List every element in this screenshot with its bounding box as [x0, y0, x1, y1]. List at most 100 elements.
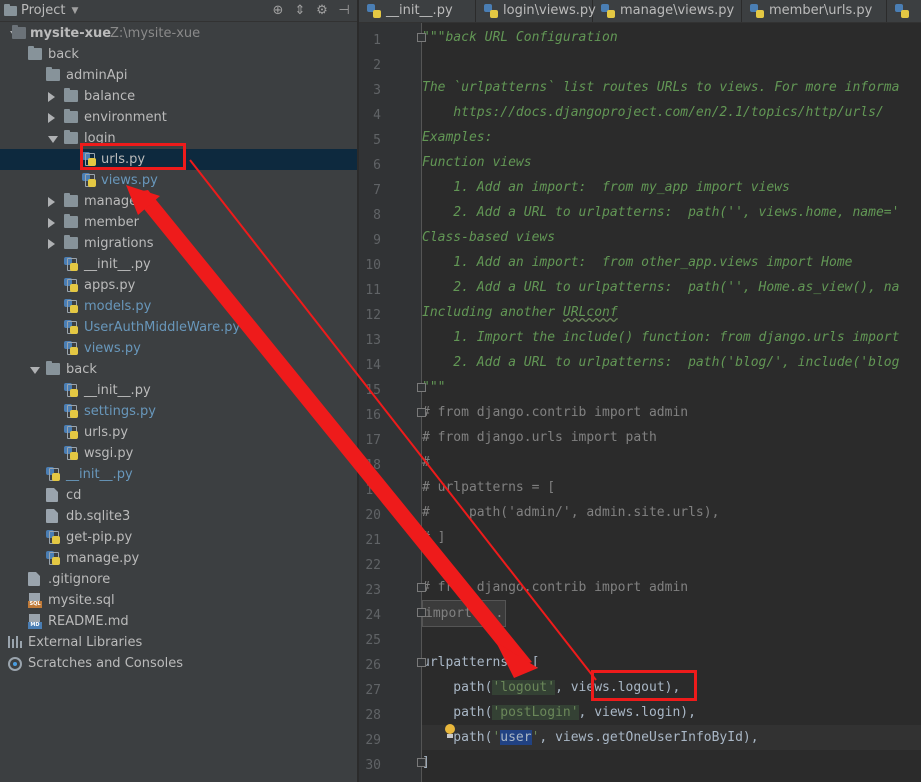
tree-item-label: Scratches and Consoles	[28, 656, 184, 671]
folder-icon	[64, 130, 78, 144]
locate-icon[interactable]: ⊕	[271, 3, 285, 18]
tree-item[interactable]: apps.py	[0, 275, 357, 296]
fold-marker[interactable]	[417, 533, 426, 542]
fold-marker[interactable]	[417, 33, 426, 42]
tree-item[interactable]: manage.py	[0, 548, 357, 569]
chevron-down-icon[interactable]	[30, 367, 40, 374]
tree-item[interactable]: views.py	[0, 170, 357, 191]
line-number: 15	[365, 383, 381, 398]
tree-item[interactable]: .gitignore	[0, 569, 357, 590]
tab-overflow[interactable]	[887, 0, 921, 22]
python-file-icon	[64, 257, 79, 272]
folder-icon	[46, 67, 60, 81]
chevron-right-icon[interactable]	[48, 197, 55, 207]
code-line-21: # ]	[422, 525, 921, 550]
tree-item[interactable]: views.py	[0, 338, 357, 359]
folded-imports[interactable]: import ...	[422, 600, 507, 627]
fold-marker[interactable]	[417, 583, 426, 592]
tree-item[interactable]: UserAuthMiddleWare.py	[0, 317, 357, 338]
fold-marker[interactable]	[417, 408, 426, 417]
tree-item[interactable]: settings.py	[0, 401, 357, 422]
project-dropdown-icon[interactable]: ▼	[71, 6, 78, 16]
line-number: 2	[373, 58, 381, 73]
sql-file-icon: SQL	[28, 593, 42, 608]
tree-item[interactable]: Scratches and Consoles	[0, 653, 357, 674]
file-icon	[28, 572, 40, 586]
line-number: 18	[365, 458, 381, 473]
project-toolbar: Project ▼ ⊕ ⇕ ⚙ ⊣	[0, 0, 357, 22]
tree-item[interactable]: back	[0, 44, 357, 65]
tree-item[interactable]: get-pip.py	[0, 527, 357, 548]
lightbulb-icon[interactable]	[443, 723, 457, 741]
line-number: 16	[365, 408, 381, 423]
hide-icon[interactable]: ⊣	[337, 3, 351, 18]
tree-item[interactable]: MD README.md	[0, 611, 357, 632]
tree-item-label: wsgi.py	[84, 446, 134, 461]
line-number: 21	[365, 533, 381, 548]
tree-item[interactable]: SQL mysite.sql	[0, 590, 357, 611]
comment: #	[422, 455, 430, 470]
folder-icon	[28, 46, 42, 60]
code-line-8: 2. Add a URL to urlpatterns: path('', vi…	[422, 200, 921, 225]
code-line-20: # path('admin/', admin.site.urls),	[422, 500, 921, 525]
python-file-icon	[46, 467, 61, 482]
tree-item[interactable]: urls.py	[0, 422, 357, 443]
python-file-icon	[82, 152, 97, 167]
tab-login-views[interactable]: login\views.py	[476, 0, 596, 22]
chevron-right-icon[interactable]	[48, 218, 55, 228]
gear-icon[interactable]: ⚙	[315, 3, 329, 18]
fold-marker[interactable]	[417, 608, 426, 617]
tree-item[interactable]: adminApi	[0, 65, 357, 86]
tree-item-label: settings.py	[84, 404, 156, 419]
python-file-icon	[484, 4, 499, 19]
tree-item-label: __init__.py	[66, 467, 133, 482]
tab-manage-views[interactable]: manage\views.py	[593, 0, 742, 22]
tree-item[interactable]: member	[0, 212, 357, 233]
line-number: 17	[365, 433, 381, 448]
line-number: 28	[365, 708, 381, 723]
chevron-right-icon[interactable]	[48, 113, 55, 123]
chevron-right-icon[interactable]	[48, 239, 55, 249]
tree-item[interactable]: wsgi.py	[0, 443, 357, 464]
tree-item[interactable]: External Libraries	[0, 632, 357, 653]
tree-item[interactable]: __init__.py	[0, 380, 357, 401]
tree-item[interactable]: mysite-xue Z:\mysite-xue	[0, 23, 357, 44]
project-path: Z:\mysite-xue	[110, 26, 201, 41]
collapse-icon[interactable]: ⇕	[293, 3, 307, 18]
tree-item[interactable]: cd	[0, 485, 357, 506]
code-line-14: 2. Add a URL to urlpatterns: path('blog/…	[422, 350, 921, 375]
code-line-9: Class-based views	[422, 225, 921, 250]
tree-item[interactable]: environment	[0, 107, 357, 128]
chevron-down-icon[interactable]	[48, 136, 58, 143]
project-title[interactable]: Project	[21, 3, 65, 18]
tree-item[interactable]: db.sqlite3	[0, 506, 357, 527]
fold-marker[interactable]	[417, 383, 426, 392]
tree-item[interactable]: __init__.py	[0, 464, 357, 485]
fold-marker[interactable]	[417, 658, 426, 667]
tab-label: login\views.py	[503, 3, 596, 18]
folder-icon	[64, 109, 78, 123]
tree-item[interactable]: migrations	[0, 233, 357, 254]
docstring: Examples:	[422, 130, 493, 145]
tree-item[interactable]: models.py	[0, 296, 357, 317]
tree-item-label: back	[66, 362, 97, 377]
tree-item[interactable]: __init__.py	[0, 254, 357, 275]
tree-item[interactable]: manage	[0, 191, 357, 212]
code-editor[interactable]: """back URL Configuration The `urlpatter…	[422, 23, 921, 782]
python-file-icon	[64, 320, 79, 335]
python-file-icon	[46, 530, 61, 545]
tree-item[interactable]: login	[0, 128, 357, 149]
chevron-right-icon[interactable]	[48, 92, 55, 102]
tree-item[interactable]: back	[0, 359, 357, 380]
code-line-29: path('postLogin', views.login),	[422, 700, 921, 725]
comment: # path('admin/', admin.site.urls),	[422, 505, 720, 520]
fold-marker[interactable]	[417, 758, 426, 767]
tree-item-label: get-pip.py	[66, 530, 133, 545]
tab-member-urls[interactable]: member\urls.py	[742, 0, 887, 22]
python-file-icon	[64, 383, 79, 398]
line-number: 11	[365, 283, 381, 298]
tree-item[interactable]: balance	[0, 86, 357, 107]
tab-init[interactable]: __init__.py	[359, 0, 476, 22]
tree-item[interactable]: urls.py	[0, 149, 357, 170]
tree-item-label: back	[48, 47, 79, 62]
